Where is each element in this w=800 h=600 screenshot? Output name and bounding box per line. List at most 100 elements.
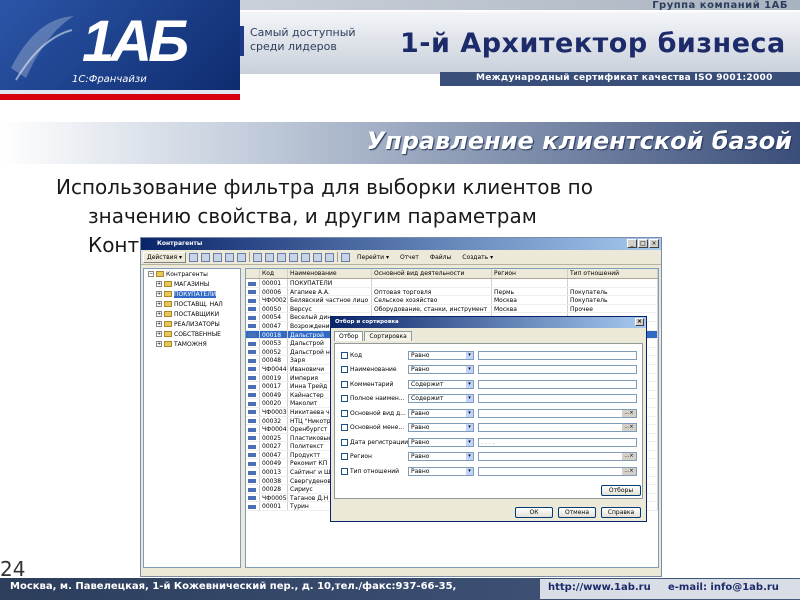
select-ellipsis-icon[interactable]: …× <box>622 453 636 460</box>
chevron-down-icon[interactable]: ▾ <box>466 409 473 417</box>
cancel-button[interactable]: Отмена <box>558 507 596 518</box>
element-icon <box>248 461 256 466</box>
expand-icon[interactable]: + <box>156 321 162 327</box>
filter-value-input[interactable]: …× <box>478 423 637 432</box>
table-row[interactable]: 00050 Версус Оборудование, станки, инструм… <box>246 304 658 314</box>
edit-icon[interactable] <box>225 252 235 262</box>
dialog-close-icon[interactable]: × <box>635 318 644 326</box>
select-ellipsis-icon[interactable]: …× <box>622 424 636 431</box>
filter-condition-select[interactable]: Равно ▾ <box>408 408 474 418</box>
hierarchy-icon[interactable] <box>253 252 263 262</box>
filter-condition-select[interactable]: Содержит ▾ <box>408 379 474 389</box>
filter-value-input[interactable] <box>478 350 637 360</box>
filter-enable-checkbox[interactable] <box>341 380 348 388</box>
window-titlebar[interactable]: Контрагенты _ □ × <box>141 238 661 250</box>
dialog-titlebar[interactable]: Отбор и сортировка × <box>331 317 646 328</box>
footer-website-link[interactable]: http://www.1ab.ru <box>548 582 651 593</box>
filter-value-input[interactable]: . . . . <box>478 437 637 447</box>
expand-icon[interactable]: + <box>156 281 162 287</box>
tree-item[interactable]: + ТАМОЖНЯ <box>144 339 240 349</box>
filter-enable-checkbox[interactable] <box>341 424 348 431</box>
tree-item[interactable]: + ПОСТАВЩ. НАЛ <box>144 299 240 309</box>
refresh-icon[interactable] <box>341 252 351 262</box>
groups-tree[interactable]: − Контрагенты + МАГАЗИНЫ + ПОКУПАТЕЛИ + ПОС… <box>143 268 241 568</box>
tree-icon[interactable] <box>265 252 275 262</box>
minimize-icon[interactable]: _ <box>627 239 637 248</box>
filter-condition-select[interactable]: Равно ▾ <box>408 437 474 447</box>
column-header[interactable] <box>246 269 260 278</box>
column-header[interactable]: Код <box>260 269 288 278</box>
column-header[interactable]: Регион <box>492 269 568 278</box>
filter-enable-checkbox[interactable] <box>341 366 348 373</box>
filter-enable-checkbox[interactable] <box>341 395 348 402</box>
filter-value-input[interactable] <box>478 394 637 403</box>
add-group-icon[interactable] <box>213 252 223 262</box>
clear-filter-icon[interactable] <box>301 252 311 262</box>
filter-enable-checkbox[interactable] <box>341 438 348 446</box>
create-menu-button[interactable]: Создать ▾ <box>458 252 497 263</box>
chevron-down-icon[interactable]: ▾ <box>466 467 473 475</box>
filter-enable-checkbox[interactable] <box>341 453 348 460</box>
expand-icon[interactable]: + <box>156 301 162 307</box>
tree-item-selected[interactable]: + ПОКУПАТЕЛИ <box>144 289 240 299</box>
footer-email-link[interactable]: e-mail: info@1ab.ru <box>668 582 779 593</box>
filter-value-input[interactable] <box>478 379 637 389</box>
tree-root[interactable]: − Контрагенты <box>144 269 240 279</box>
chevron-down-icon[interactable]: ▾ <box>466 366 473 373</box>
copy-icon[interactable] <box>201 252 211 262</box>
chevron-down-icon[interactable]: ▾ <box>466 438 473 446</box>
expand-icon[interactable]: + <box>156 341 162 347</box>
filter-condition-select[interactable]: Содержит ▾ <box>408 394 474 403</box>
filter-value-input[interactable]: …× <box>478 466 637 476</box>
ok-button[interactable]: ОК <box>515 507 553 518</box>
filter-condition-select[interactable]: Равно ▾ <box>408 350 474 360</box>
select-ellipsis-icon[interactable]: …× <box>622 467 636 475</box>
actions-menu-button[interactable]: Действия ▾ <box>143 251 187 263</box>
files-button[interactable]: Файлы <box>426 252 455 263</box>
filter-icon[interactable] <box>277 252 287 262</box>
report-button[interactable]: Отчет <box>396 252 423 263</box>
filters-button[interactable]: Отборы <box>601 485 641 496</box>
sort-asc-icon[interactable] <box>313 252 323 262</box>
filter-condition-select[interactable]: Равно ▾ <box>408 423 474 432</box>
tab-sort[interactable]: Сортировка <box>364 331 412 341</box>
table-row[interactable]: 00006 Агапиев А.А. Оптовая торговля Пермь По… <box>246 287 658 297</box>
column-header[interactable]: Тип отношений <box>568 269 658 278</box>
table-row[interactable]: 00001 ПОКУПАТЕЛИ <box>246 279 658 288</box>
tree-item[interactable]: + РЕАЛИЗАТОРЫ <box>144 319 240 329</box>
expand-icon[interactable]: + <box>156 331 162 337</box>
filter-value-input[interactable]: …× <box>478 452 637 461</box>
maximize-icon[interactable]: □ <box>638 239 648 248</box>
filter-condition-select[interactable]: Равно ▾ <box>408 365 474 374</box>
delete-icon[interactable] <box>237 252 247 262</box>
filter-condition-select[interactable]: Равно ▾ <box>408 452 474 461</box>
sort-desc-icon[interactable] <box>325 252 335 262</box>
select-ellipsis-icon[interactable]: …× <box>622 409 636 417</box>
chevron-down-icon[interactable]: ▾ <box>466 351 473 359</box>
tree-item[interactable]: + ПОСТАВЩИКИ <box>144 309 240 319</box>
column-header[interactable]: Основной вид деятельности <box>372 269 492 278</box>
go-menu-button[interactable]: Перейти ▾ <box>353 252 393 263</box>
column-header[interactable]: Наименование <box>288 269 372 278</box>
filter-condition-select[interactable]: Равно ▾ <box>408 466 474 476</box>
chevron-down-icon[interactable]: ▾ <box>466 453 473 460</box>
filter-value-input[interactable] <box>478 365 637 374</box>
tree-item[interactable]: + СОБСТВЕННЫЕ <box>144 329 240 339</box>
tab-filter[interactable]: Отбор <box>334 331 364 341</box>
filter-enable-checkbox[interactable] <box>341 351 348 359</box>
filter-enable-checkbox[interactable] <box>341 467 348 475</box>
filter-enable-checkbox[interactable] <box>341 409 348 417</box>
tree-item[interactable]: + МАГАЗИНЫ <box>144 279 240 289</box>
table-row[interactable]: ЧФ0002 Белявский частное лицо Сельское хоз… <box>246 296 658 305</box>
collapse-icon[interactable]: − <box>148 271 154 277</box>
expand-icon[interactable]: + <box>156 311 162 317</box>
add-icon[interactable] <box>189 252 199 262</box>
chevron-down-icon[interactable]: ▾ <box>466 380 473 388</box>
filter-by-value-icon[interactable] <box>289 252 299 262</box>
chevron-down-icon[interactable]: ▾ <box>466 395 473 402</box>
close-icon[interactable]: × <box>649 239 659 248</box>
help-button[interactable]: Справка <box>601 507 641 518</box>
filter-value-input[interactable]: …× <box>478 408 637 418</box>
expand-icon[interactable]: + <box>156 291 162 297</box>
chevron-down-icon[interactable]: ▾ <box>466 424 473 431</box>
